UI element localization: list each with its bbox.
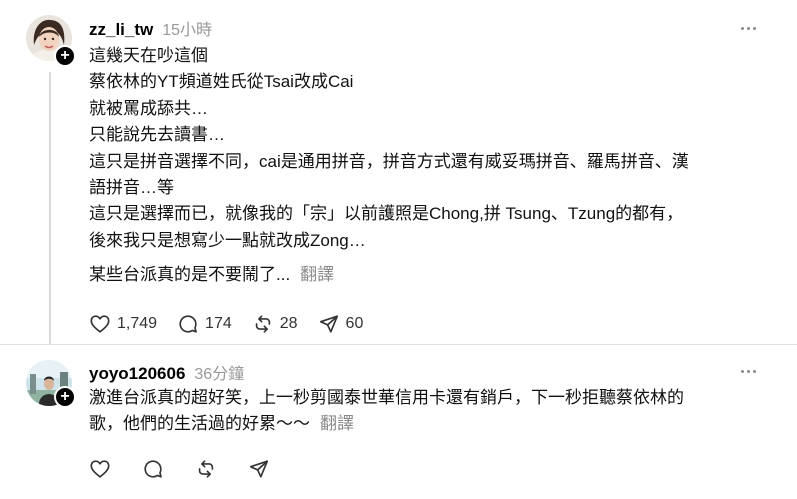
follow-plus-icon[interactable]: + xyxy=(54,45,76,67)
timestamp: 36分鐘 xyxy=(194,366,245,383)
heart-icon xyxy=(90,460,110,478)
post-text-line: 只能說先去讀書… xyxy=(89,125,225,145)
thread-post: + zz_li_tw 15小時 這幾天在吵這個 蔡依林的YT頻道姓氏從Tsai改… xyxy=(0,0,797,345)
reply-button[interactable]: 174 xyxy=(177,313,232,335)
thread-reply: + yoyo120606 36分鐘 激進台派真的超好笑，上一秒剪國泰世華信用卡還… xyxy=(0,345,797,499)
username[interactable]: yoyo120606 xyxy=(89,364,185,384)
post-text-last: 某些台派真的是不要鬧了... xyxy=(89,265,291,285)
comment-icon xyxy=(144,460,162,478)
more-icon[interactable] xyxy=(739,363,763,379)
post-text-line: 激進台派真的超好笑，上一秒剪國泰世華信用卡還有銷戶，下一秒拒聽蔡依林的 xyxy=(89,388,684,407)
repost-count: 28 xyxy=(279,315,298,332)
like-button[interactable] xyxy=(89,458,111,480)
reply-button[interactable] xyxy=(142,458,164,480)
post-text-line: 這只是拼音選擇不同，cai是通用拼音，拼音方式還有威妥瑪拼音、羅馬拼音、漢 xyxy=(89,151,689,171)
timestamp: 15小時 xyxy=(162,22,213,39)
translate-link[interactable]: 翻譯 xyxy=(300,265,334,284)
post-text-line: 某些台派真的是不要鬧了... 翻譯 xyxy=(89,262,757,288)
repost-icon xyxy=(255,315,270,333)
repost-button[interactable]: 28 xyxy=(252,313,298,335)
post-text-last: 歌，他們的生活過的好累～～ xyxy=(89,414,310,434)
thread-connector-line xyxy=(49,72,51,344)
post-text-line: 後來我只是想寫少一點就改成Zong… xyxy=(89,230,366,250)
translate-link[interactable]: 翻譯 xyxy=(320,414,354,433)
comment-icon xyxy=(179,315,197,333)
share-icon xyxy=(249,460,269,478)
share-count: 60 xyxy=(345,315,364,332)
post-text-line: 蔡依林的YT頻道姓氏從Tsai改成Cai xyxy=(89,72,354,92)
share-button[interactable]: 60 xyxy=(318,313,364,335)
repost-icon xyxy=(198,460,214,478)
reply-count: 174 xyxy=(205,315,232,332)
like-count: 1,749 xyxy=(117,315,158,332)
action-bar xyxy=(89,458,301,480)
post-text-line: 就被罵成舔共… xyxy=(89,98,208,118)
post-body: 這幾天在吵這個 蔡依林的YT頻道姓氏從Tsai改成Cai 就被罵成舔共… 只能說… xyxy=(89,43,757,289)
post-body: 激進台派真的超好笑，上一秒剪國泰世華信用卡還有銷戶，下一秒拒聽蔡依林的 歌，他們… xyxy=(89,385,757,438)
post-header: zz_li_tw 15小時 xyxy=(89,16,212,40)
follow-plus-icon[interactable]: + xyxy=(54,386,76,408)
like-button[interactable]: 1,749 xyxy=(89,313,157,335)
post-text-line: 這只是選擇而已，就像我的「宗」以前護照是Chong,拼 Tsung、Tzung的… xyxy=(89,204,684,224)
heart-icon xyxy=(90,315,110,333)
more-icon[interactable] xyxy=(739,20,763,36)
post-text-line: 語拼音…等 xyxy=(89,178,174,198)
post-text-line: 歌，他們的生活過的好累～～ 翻譯 xyxy=(89,411,757,437)
share-icon xyxy=(319,315,338,333)
share-button[interactable] xyxy=(248,458,270,480)
post-header: yoyo120606 36分鐘 xyxy=(89,360,244,384)
action-bar: 1,749 174 28 60 xyxy=(89,313,383,335)
repost-button[interactable] xyxy=(195,458,217,480)
post-text-line: 這幾天在吵這個 xyxy=(89,46,208,65)
username[interactable]: zz_li_tw xyxy=(89,20,153,40)
